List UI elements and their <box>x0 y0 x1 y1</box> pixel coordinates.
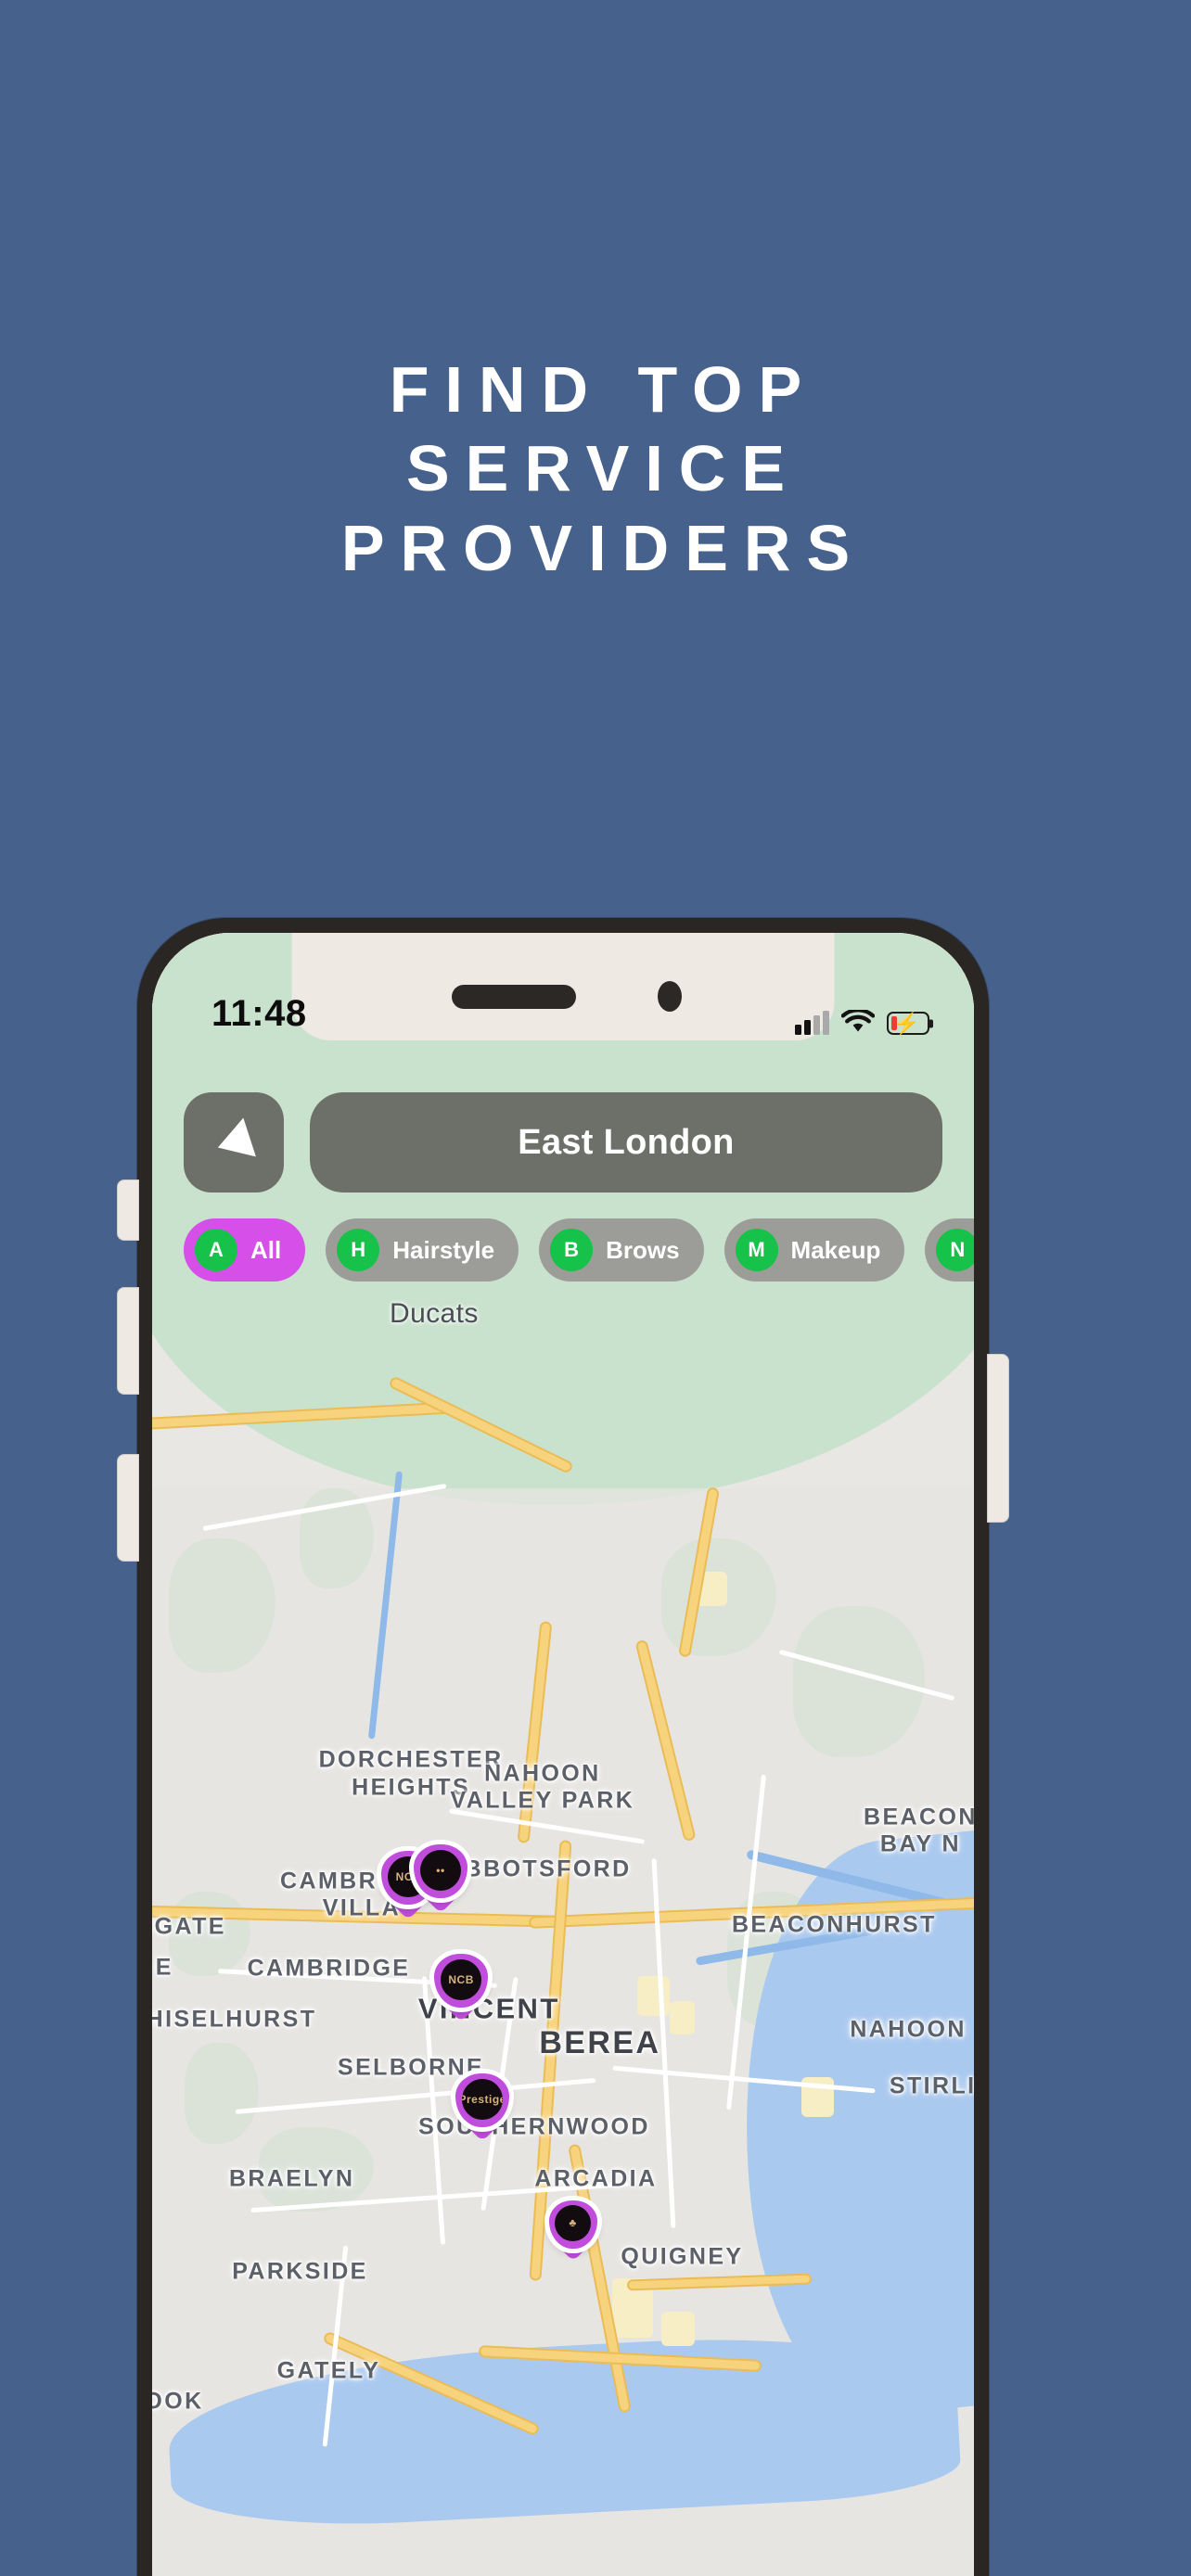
map-commercial-zone <box>636 1975 671 2017</box>
hero-line-1: FIND TOP <box>389 353 818 426</box>
front-camera-icon <box>657 981 682 1012</box>
map-street-label: Ducats <box>390 1298 479 1329</box>
phone-bezel: DORCHESTER HEIGHTS NAHOON VALLEY PARK ABBO… <box>152 933 974 2576</box>
pin-marker-shape: Prestige <box>455 2072 510 2127</box>
hero-headline: FIND TOP SERVICE PROVIDERS <box>0 351 1191 588</box>
pin-marker-shape: NCB <box>434 1954 489 2009</box>
filter-chip-label: All <box>250 1235 282 1264</box>
earpiece-speaker <box>451 985 576 1009</box>
volume-up-button[interactable] <box>117 1287 139 1395</box>
volume-down-button[interactable] <box>117 1454 139 1562</box>
hero-line-3: PROVIDERS <box>340 511 866 584</box>
map-provider-pin[interactable]: NCB <box>434 1954 489 2009</box>
location-search-value: East London <box>518 1122 735 1162</box>
map-provider-pin[interactable]: Prestige <box>455 2072 510 2127</box>
map-provider-pin[interactable]: ♣ <box>548 2200 597 2249</box>
mute-switch-button[interactable] <box>117 1180 139 1241</box>
filter-chip-label: Hairstyle <box>392 1235 495 1264</box>
phone-mockup: DORCHESTER HEIGHTS NAHOON VALLEY PARK ABBO… <box>117 918 1009 2576</box>
filter-chip-badge-icon: N <box>936 1229 974 1271</box>
navigation-arrow-icon <box>211 1117 256 1167</box>
filter-chip-label: Brows <box>606 1235 680 1264</box>
map-controls: East London <box>152 1092 974 1192</box>
hero-line-2: SERVICE <box>405 432 801 505</box>
pin-marker-shape: •• <box>413 1844 467 1899</box>
pin-avatar: NCB <box>441 1958 482 2001</box>
pin-avatar: ♣ <box>554 2204 592 2242</box>
map-provider-pin[interactable]: •• <box>413 1844 467 1899</box>
pin-avatar: Prestige <box>462 2078 504 2120</box>
pin-marker-shape: ♣ <box>548 2200 597 2249</box>
location-search-field[interactable]: East London <box>310 1092 942 1192</box>
filter-chip-makeup[interactable]: M Makeup <box>724 1218 905 1282</box>
filter-chip-badge-icon: B <box>550 1229 594 1271</box>
filter-chip-label: Makeup <box>790 1235 881 1264</box>
category-filter-bar[interactable]: A All H Hairstyle B Brows M Makeup NNails <box>152 1218 974 1282</box>
pin-avatar: •• <box>419 1850 462 1892</box>
phone-screen: DORCHESTER HEIGHTS NAHOON VALLEY PARK ABBO… <box>152 933 974 2576</box>
power-button[interactable] <box>987 1354 1009 1523</box>
filter-chip-all[interactable]: A All <box>184 1218 306 1282</box>
filter-chip-badge-icon: M <box>735 1229 778 1271</box>
filter-chip-nails[interactable]: NNails <box>925 1218 974 1282</box>
map-commercial-zone <box>661 2312 695 2346</box>
filter-chip-brows[interactable]: B Brows <box>539 1218 704 1282</box>
locate-me-button[interactable] <box>184 1092 284 1192</box>
map-commercial-zone <box>670 2000 695 2035</box>
filter-chip-badge-icon: A <box>195 1229 237 1271</box>
filter-chip-hairstyle[interactable]: H Hairstyle <box>326 1218 519 1282</box>
filter-chip-badge-icon: H <box>337 1229 380 1271</box>
